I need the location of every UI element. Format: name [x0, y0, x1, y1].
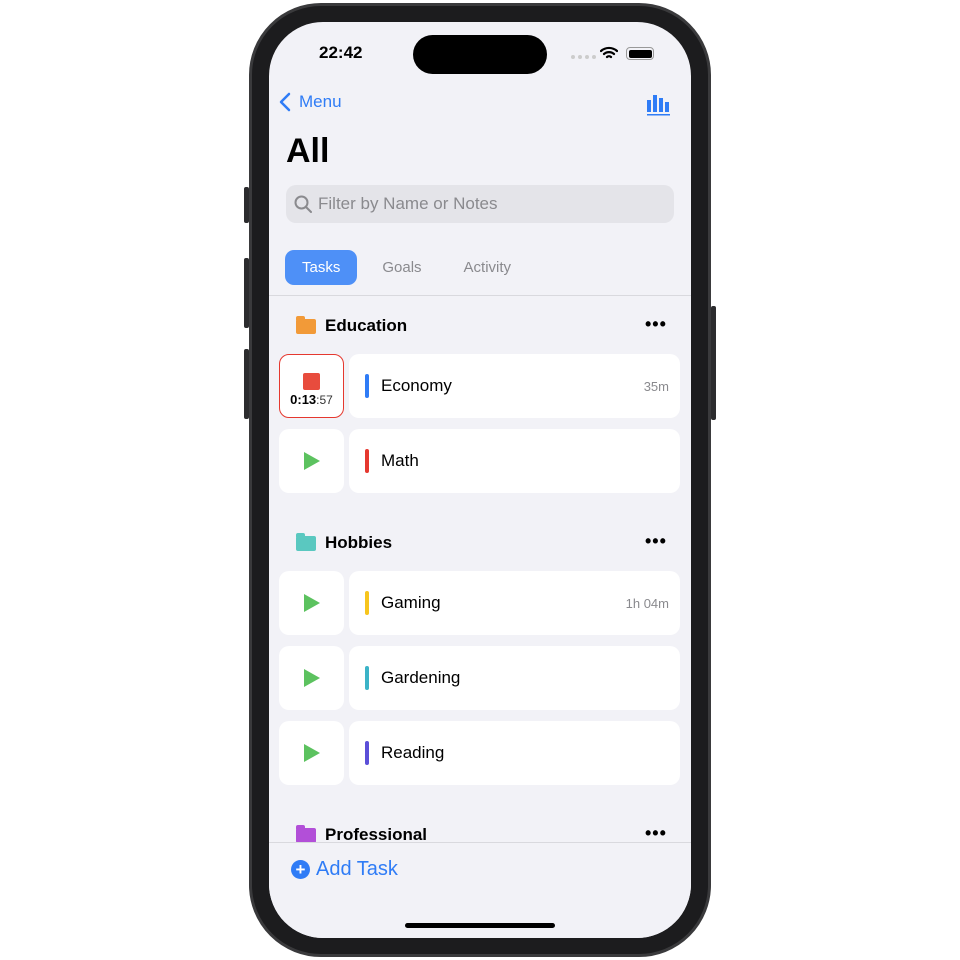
screen: 22:42 Menu All Filter by Name or Notes T…: [269, 22, 691, 938]
divider: [269, 295, 691, 296]
play-button[interactable]: [279, 429, 344, 493]
add-task-button[interactable]: + Add Task: [291, 858, 398, 881]
folder-icon: [296, 532, 316, 551]
folder-icon: [296, 315, 316, 334]
chevron-left-icon: [279, 92, 291, 112]
folder-icon: [296, 824, 316, 843]
task-color-bar: [365, 741, 369, 765]
play-icon: [303, 452, 320, 470]
task-color-bar: [365, 591, 369, 615]
stats-chart-icon[interactable]: [646, 94, 671, 116]
search-placeholder: Filter by Name or Notes: [318, 194, 498, 213]
back-button[interactable]: Menu: [279, 92, 342, 112]
play-icon: [303, 669, 320, 687]
play-icon: [303, 744, 320, 762]
task-row-economy[interactable]: Economy 35m: [349, 354, 680, 418]
dynamic-island: [413, 35, 547, 74]
volume-down-button: [244, 349, 249, 419]
volume-up-button: [244, 258, 249, 328]
play-button[interactable]: [279, 721, 344, 785]
task-color-bar: [365, 374, 369, 398]
task-row-reading[interactable]: Reading: [349, 721, 680, 785]
more-options-button[interactable]: •••: [645, 531, 667, 552]
plus-circle-icon: +: [291, 860, 310, 879]
power-button: [711, 306, 716, 420]
task-name: Economy: [381, 376, 452, 395]
tab-goals[interactable]: Goals: [365, 250, 438, 285]
task-name: Gaming: [381, 593, 441, 612]
home-indicator[interactable]: [405, 923, 555, 928]
play-button[interactable]: [279, 571, 344, 635]
more-options-button[interactable]: •••: [645, 823, 667, 844]
task-duration: 35m: [643, 378, 669, 394]
timer-readout: 0:13:57: [290, 392, 333, 407]
group-name: Education: [325, 316, 408, 335]
task-row-math[interactable]: Math: [349, 429, 680, 493]
play-icon: [303, 594, 320, 612]
back-label: Menu: [299, 92, 342, 111]
task-color-bar: [365, 666, 369, 690]
task-name: Reading: [381, 743, 445, 762]
task-row-gardening[interactable]: Gardening: [349, 646, 680, 710]
status-time: 22:42: [319, 43, 363, 62]
group-header-hobbies[interactable]: Hobbies: [296, 532, 393, 553]
tab-activity[interactable]: Activity: [447, 250, 529, 285]
more-options-button[interactable]: •••: [645, 314, 667, 335]
play-button[interactable]: [279, 646, 344, 710]
task-color-bar: [365, 449, 369, 473]
task-duration: 1h 04m: [625, 595, 669, 611]
add-task-label: Add Task: [316, 858, 398, 880]
group-header-education[interactable]: Education: [296, 315, 408, 336]
tab-tasks[interactable]: Tasks: [285, 250, 358, 285]
search-icon: [294, 195, 312, 213]
segmented-tabs: Tasks Goals Activity: [285, 250, 528, 285]
page-title: All: [286, 132, 330, 170]
battery-icon: [626, 47, 654, 60]
stop-timer-button[interactable]: 0:13:57: [279, 354, 344, 418]
task-name: Gardening: [381, 668, 461, 687]
signal-icon: [571, 55, 596, 59]
silent-switch: [244, 187, 249, 223]
group-name: Hobbies: [325, 533, 393, 552]
stop-icon: [303, 373, 320, 390]
search-input[interactable]: Filter by Name or Notes: [286, 185, 674, 223]
task-row-gaming[interactable]: Gaming 1h 04m: [349, 571, 680, 635]
task-name: Math: [381, 451, 419, 470]
wifi-icon: [600, 46, 618, 59]
